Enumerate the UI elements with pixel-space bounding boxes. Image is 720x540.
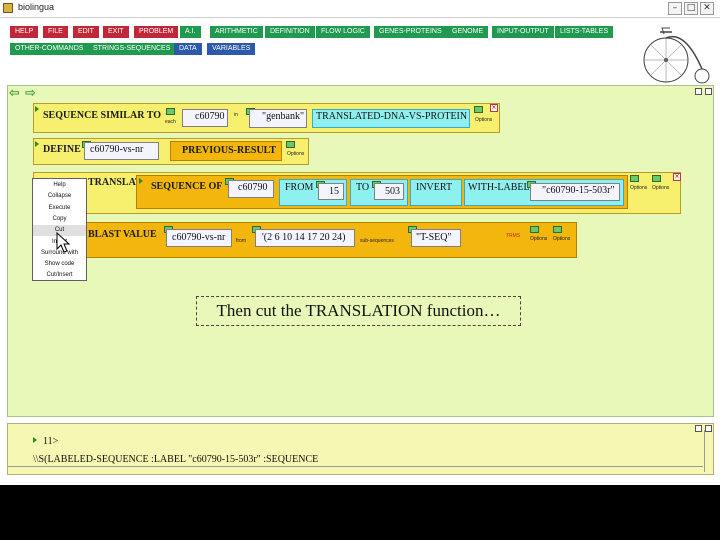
close-button[interactable]: ✕ [700,2,714,15]
help-button[interactable]: HELP [10,26,39,38]
menu-item-execute[interactable]: Execute [33,203,86,214]
arithmetic-button[interactable]: ARITHMETIC [210,26,263,38]
panel-scroll-icon[interactable] [705,425,712,432]
options-label[interactable]: Options [287,151,304,157]
each-label: each [165,119,176,125]
database-value: "genbank" [262,111,305,122]
maximize-button[interactable]: □ [684,2,698,15]
function-name: DEFINE [43,144,81,155]
options-label[interactable]: Options [530,236,547,242]
horizontal-scrollbar[interactable] [8,466,703,474]
green-box-icon[interactable] [630,175,639,182]
green-box-icon[interactable] [474,106,483,113]
close-icon[interactable]: × [490,104,498,112]
title-bar: biolingua – □ ✕ [0,0,720,18]
mouse-cursor-icon [56,232,71,253]
green-box-icon[interactable] [530,226,539,233]
other-commands-button[interactable]: OTHER-COMMANDS [10,43,89,55]
menu-item-collapse[interactable]: Collapse [33,191,86,202]
options-label[interactable]: Options [475,117,492,123]
blast-value: c60790-vs-nr [172,232,226,243]
to-value: 503 [385,186,400,197]
options-label[interactable]: Options [553,236,570,242]
green-box-icon[interactable] [166,108,175,115]
lists-tables-button[interactable]: LISTS-TABLES [555,26,614,38]
strings-sequences-button[interactable]: STRINGS-SEQUENCES [88,43,176,55]
application-window: biolingua – □ ✕ HELP FILE EDIT EXIT PROB… [0,0,720,485]
data-button[interactable]: DATA [174,43,202,55]
green-box-icon[interactable] [286,141,295,148]
from-label: from [236,238,246,244]
bicycle-logo [643,27,710,84]
problem-button[interactable]: PROBLEM [134,26,179,38]
definition-button[interactable]: DEFINITION [265,26,315,38]
exit-button[interactable]: EXIT [103,26,129,38]
black-border [0,485,720,540]
expand-icon[interactable] [139,178,143,184]
output-result: \\S(LABELED-SEQUENCE :LABEL "c60790-15-5… [33,454,319,465]
ai-button[interactable]: A.I. [180,26,201,38]
sub-sequences-label: sub-sequences [360,238,394,244]
edit-button[interactable]: EDIT [73,26,99,38]
method-value: TRANSLATED-DNA-VS-PROTEIN [316,111,468,122]
green-box-icon[interactable] [652,175,661,182]
input-output-button[interactable]: INPUT-OUTPUT [492,26,554,38]
previous-result-label: PREVIOUS-RESULT [182,145,277,156]
menu-item-show-code[interactable]: Show code [33,259,86,270]
genome-button[interactable]: GENOME [447,26,489,38]
workspace-close-icon[interactable] [695,88,702,95]
caption-text: Then cut the TRANSLATION function… [196,296,521,326]
options-label[interactable]: Options [652,185,669,191]
from-label: FROM [285,182,314,193]
flow-logic-button[interactable]: FLOW LOGIC [316,26,370,38]
menu-item-help[interactable]: Help [33,180,86,191]
menu-item-copy[interactable]: Copy [33,214,86,225]
label-value: "c60790-15-503r" [542,185,615,196]
expand-icon[interactable] [35,106,39,112]
from-value: 15 [329,186,339,197]
sequence-value: c60790 [238,182,268,193]
minimize-button[interactable]: – [668,2,682,15]
output-prompt: 11> [43,436,59,447]
variables-button[interactable]: VARIABLES [207,43,256,55]
forward-arrow-icon[interactable]: ⇨ [25,86,36,101]
extra-label: TRMS [506,233,521,239]
function-name: BLAST VALUE [88,229,157,240]
function-name: SEQUENCE SIMILAR TO [43,110,161,121]
sequence-of-label: SEQUENCE OF [151,181,223,192]
invert-label: INVERT [416,182,453,193]
app-icon [3,3,13,13]
options-label[interactable]: Options [630,185,647,191]
file-button[interactable]: FILE [43,26,68,38]
menu-item-cut-insert[interactable]: Cut/Insert [33,270,86,281]
workspace-scroll-icon[interactable] [705,88,712,95]
genes-proteins-button[interactable]: GENES-PROTEINS [374,26,447,38]
with-label-label: WITH-LABEL [468,182,530,193]
prompt-icon [33,437,37,443]
positions-value: '(2 6 10 14 17 20 24) [262,232,346,243]
to-label: TO [356,182,370,193]
variable-value: c60790-vs-nr [90,144,144,155]
green-box-icon[interactable] [553,226,562,233]
expand-icon[interactable] [35,141,39,147]
context-menu: Help Collapse Execute Copy Cut Insert Su… [32,178,87,281]
close-icon[interactable]: × [673,173,681,181]
window-title: biolingua [18,2,55,12]
tseq-value: "T-SEQ" [416,232,452,243]
panel-close-icon[interactable] [695,425,702,432]
in-label: in [234,112,238,118]
arg-value: c60790 [195,111,225,122]
back-arrow-icon[interactable]: ⇦ [9,86,20,101]
vertical-scrollbar[interactable] [704,430,712,472]
